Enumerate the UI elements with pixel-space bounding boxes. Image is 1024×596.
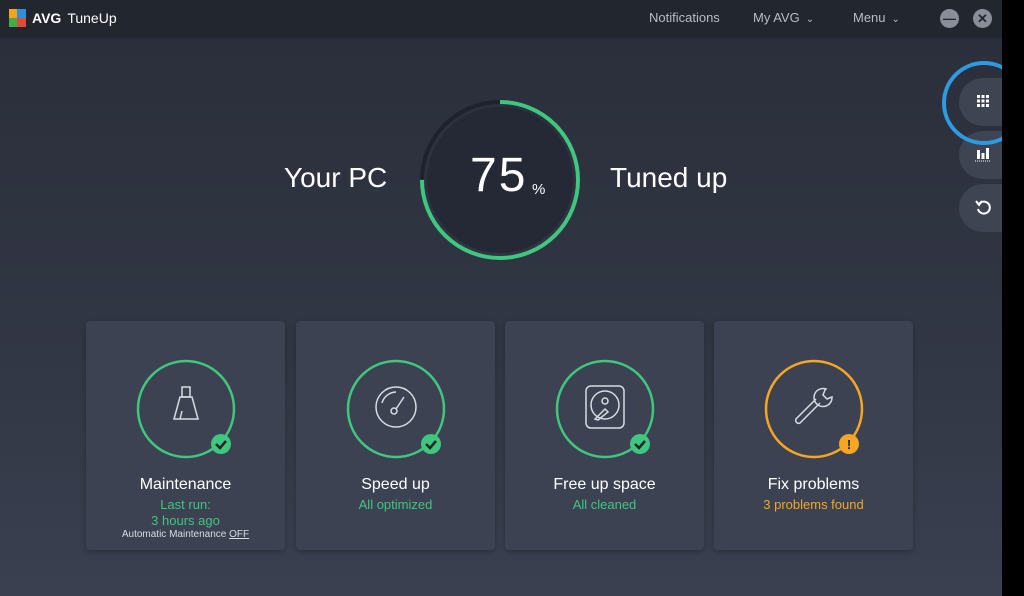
card-title: Free up space	[553, 476, 656, 493]
app-title: AVG TuneUp	[32, 10, 117, 26]
product-name: TuneUp	[67, 10, 117, 26]
fix-problems-status-ring: !	[764, 359, 864, 459]
undo-button[interactable]	[959, 184, 1002, 232]
minimize-button[interactable]: —	[940, 9, 959, 28]
card-status-detail: 3 hours ago	[151, 513, 220, 528]
my-avg-label: My AVG	[753, 10, 800, 25]
fix-problems-card[interactable]: ! Fix problems 3 problems found	[714, 321, 913, 550]
close-button[interactable]: ✕	[973, 9, 992, 28]
card-status: All cleaned	[572, 497, 637, 512]
exclamation-icon: !	[847, 437, 851, 452]
minus-icon: —	[943, 11, 956, 26]
card-title: Maintenance	[139, 476, 232, 493]
brand-name: AVG	[32, 10, 62, 26]
wrench-icon	[794, 387, 833, 425]
my-avg-menu[interactable]: My AVG ⌄	[753, 10, 814, 25]
maintenance-card[interactable]: Maintenance Last run: 3 hours ago Automa…	[86, 321, 285, 550]
hero-left-text: Your PC	[284, 162, 388, 193]
chevron-down-icon: ⌄	[805, 14, 815, 25]
card-status: Last run:	[160, 497, 211, 512]
speed-up-card[interactable]: Speed up All optimized	[296, 321, 495, 550]
auto-maintenance-toggle-link[interactable]: OFF	[229, 529, 249, 540]
menu-label: Menu	[853, 10, 886, 25]
bar-chart-icon	[975, 148, 991, 162]
free-up-space-card[interactable]: Free up space All cleaned	[505, 321, 704, 550]
chevron-down-icon: ⌄	[891, 14, 900, 25]
speedometer-icon	[375, 386, 417, 428]
free-up-space-status-ring	[555, 359, 655, 459]
card-status: 3 problems found	[763, 497, 864, 512]
maintenance-status-ring	[136, 359, 236, 459]
auto-maintenance-status: Automatic Maintenance OFF	[86, 529, 285, 540]
x-icon: ✕	[977, 11, 988, 26]
check-badge	[211, 434, 231, 454]
gauge-percent-sign: %	[532, 181, 546, 198]
card-status: All optimized	[358, 497, 433, 512]
title-bar: AVG TuneUp Notifications My AVG ⌄ Menu ⌄ — …	[0, 0, 1002, 38]
undo-icon	[975, 200, 991, 215]
speed-up-status-ring	[346, 359, 446, 459]
gauge-percent-value: 75	[470, 149, 528, 202]
auto-maintenance-label: Automatic Maintenance	[121, 529, 227, 540]
app-window: AVG TuneUp Notifications My AVG ⌄ Menu ⌄ — …	[0, 0, 1002, 596]
notifications-link[interactable]: Notifications	[649, 10, 720, 25]
hero-right-text: Tuned up	[610, 162, 728, 193]
hard-disk-icon	[585, 385, 625, 429]
avg-logo-icon	[9, 9, 26, 27]
highlight-ring	[942, 61, 1002, 145]
broom-icon	[173, 386, 199, 420]
card-title: Fix problems	[767, 476, 860, 493]
card-title: Speed up	[361, 476, 430, 493]
main-menu[interactable]: Menu ⌄	[853, 10, 900, 25]
